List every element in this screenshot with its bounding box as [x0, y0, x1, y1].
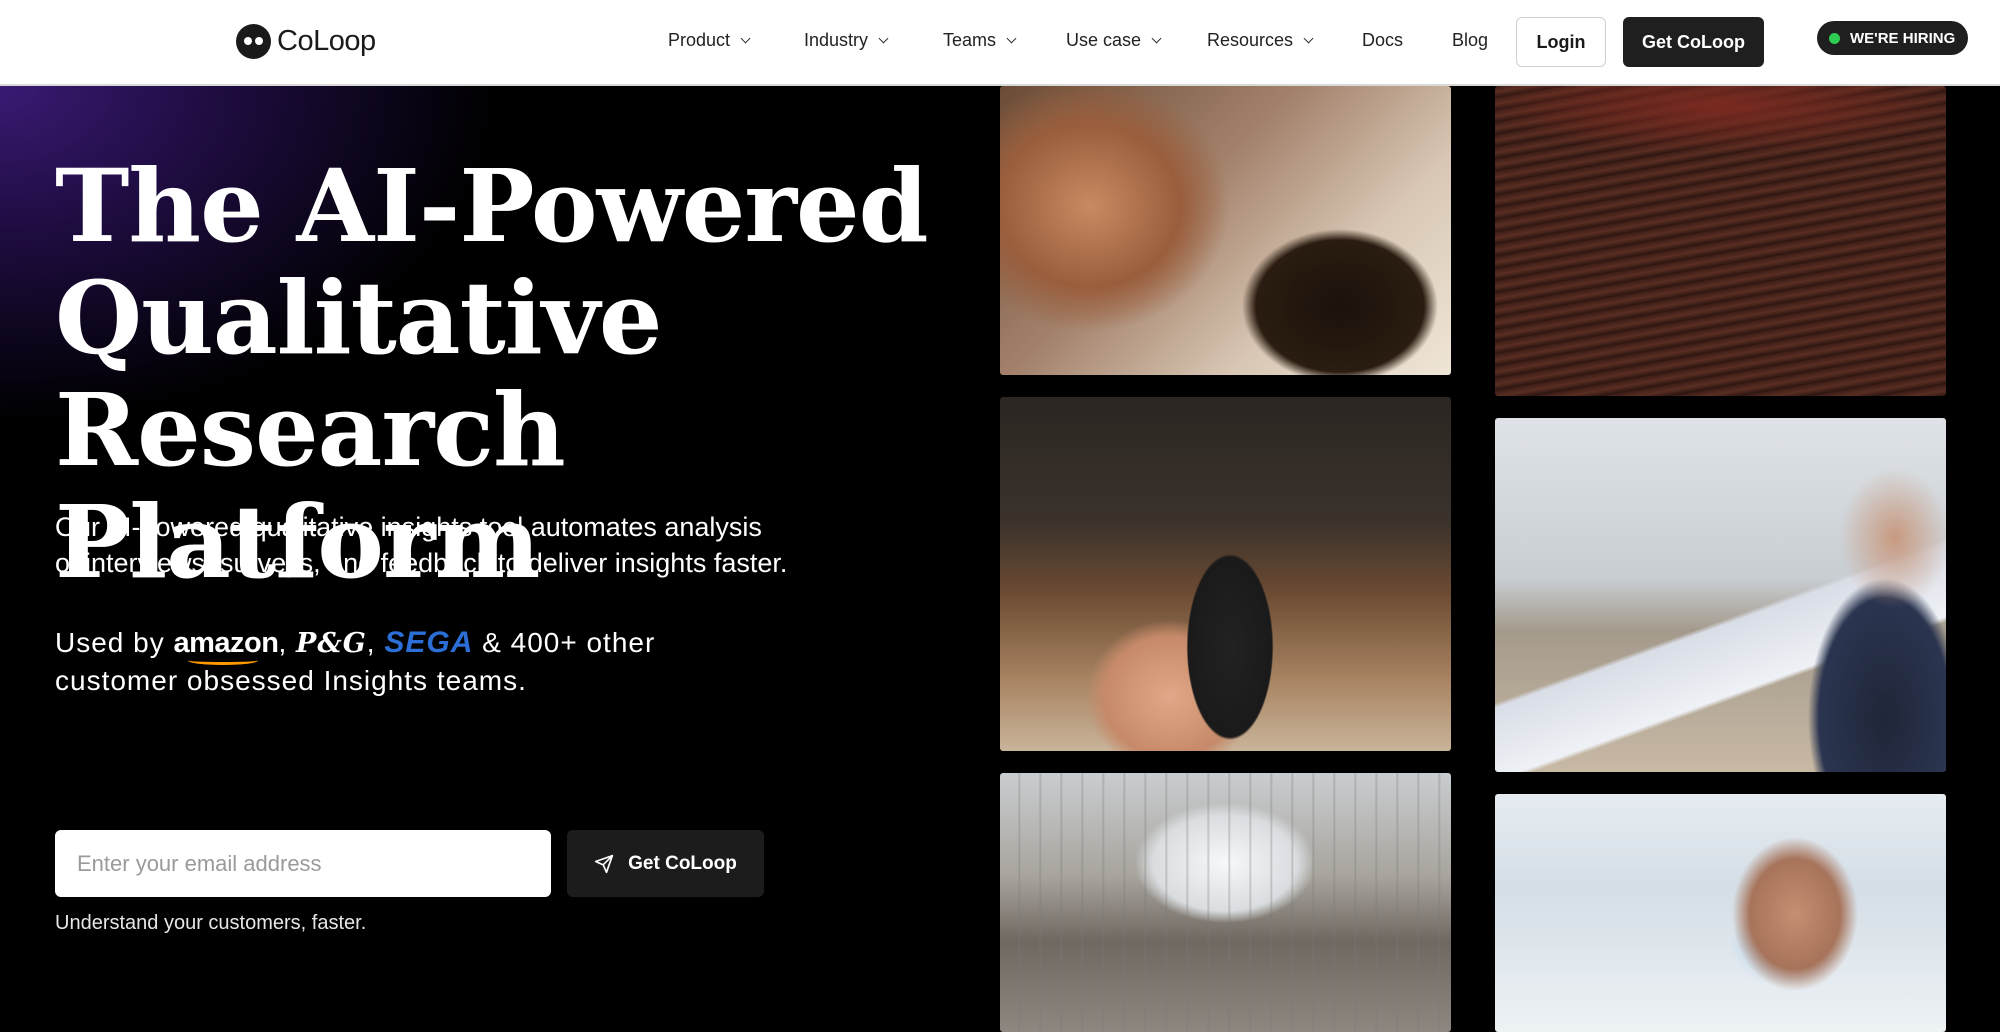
status-dot-icon [1829, 32, 1840, 44]
hero-button-label: Get CoLoop [628, 852, 737, 874]
nav-item-label: Blog [1452, 30, 1489, 50]
nav-item-label: Teams [943, 30, 997, 50]
get-coloop-hero-button[interactable]: Get CoLoop [567, 830, 764, 897]
used-by-suffix: & 400+ other [482, 627, 656, 658]
top-navigation: CoLoop Product Industry Teams Use case R… [0, 0, 2000, 86]
subtitle-line: of interviews, surveys, and feedback to … [55, 548, 788, 578]
chevron-down-icon [878, 33, 889, 43]
send-icon [594, 854, 614, 873]
nav-item-docs[interactable]: Docs [1362, 30, 1403, 51]
nav-item-blog[interactable]: Blog [1452, 30, 1488, 51]
coffee-photo [1000, 86, 1451, 375]
chevron-down-icon [1006, 33, 1017, 43]
used-by-prefix: Used by [55, 627, 165, 658]
email-input[interactable] [55, 830, 551, 897]
headline-line: The AI-Powered [55, 147, 929, 265]
used-by-line2: customer obsessed Insights teams. [55, 665, 527, 696]
nav-item-product[interactable]: Product [668, 30, 751, 51]
laptop-analytics-photo [1495, 418, 1946, 772]
lab-microscope-photo [1495, 794, 1946, 1032]
nav-item-resources[interactable]: Resources [1207, 30, 1314, 51]
tv-remote-photo [1000, 397, 1451, 751]
nav-item-use-case[interactable]: Use case [1066, 30, 1162, 51]
theater-audience-photo [1495, 86, 1946, 396]
login-button[interactable]: Login [1516, 17, 1606, 67]
hero-tagline: Understand your customers, faster. [55, 912, 367, 934]
nav-item-industry[interactable]: Industry [804, 30, 889, 51]
subtitle-line: Our AI-powered qualitative insights tool… [55, 512, 762, 542]
headline-line: Qualitative [55, 259, 662, 377]
nav-item-label: Docs [1362, 30, 1404, 50]
chevron-down-icon [740, 33, 751, 43]
sega-logo: SEGA [384, 626, 474, 659]
get-coloop-nav-button[interactable]: Get CoLoop [1623, 17, 1764, 67]
chevron-down-icon [1151, 33, 1162, 43]
pg-logo: P&G [296, 628, 367, 659]
amazon-logo: amazon [174, 625, 279, 665]
hero-subtitle: Our AI-powered qualitative insights tool… [55, 509, 855, 581]
hiring-badge[interactable]: WE'RE HIRING [1817, 21, 1968, 55]
nav-item-label: Industry [804, 30, 869, 50]
nav-item-label: Product [668, 30, 731, 50]
nav-item-teams[interactable]: Teams [943, 30, 1017, 51]
shopping-mall-photo [1000, 773, 1451, 1032]
used-by-statement: Used by amazon, P&G, SEGA & 400+ other c… [55, 625, 656, 696]
nav-item-label: Resources [1207, 30, 1294, 50]
hiring-label: WE'RE HIRING [1850, 29, 1956, 47]
chevron-down-icon [1303, 33, 1314, 43]
nav-item-label: Use case [1066, 30, 1142, 50]
